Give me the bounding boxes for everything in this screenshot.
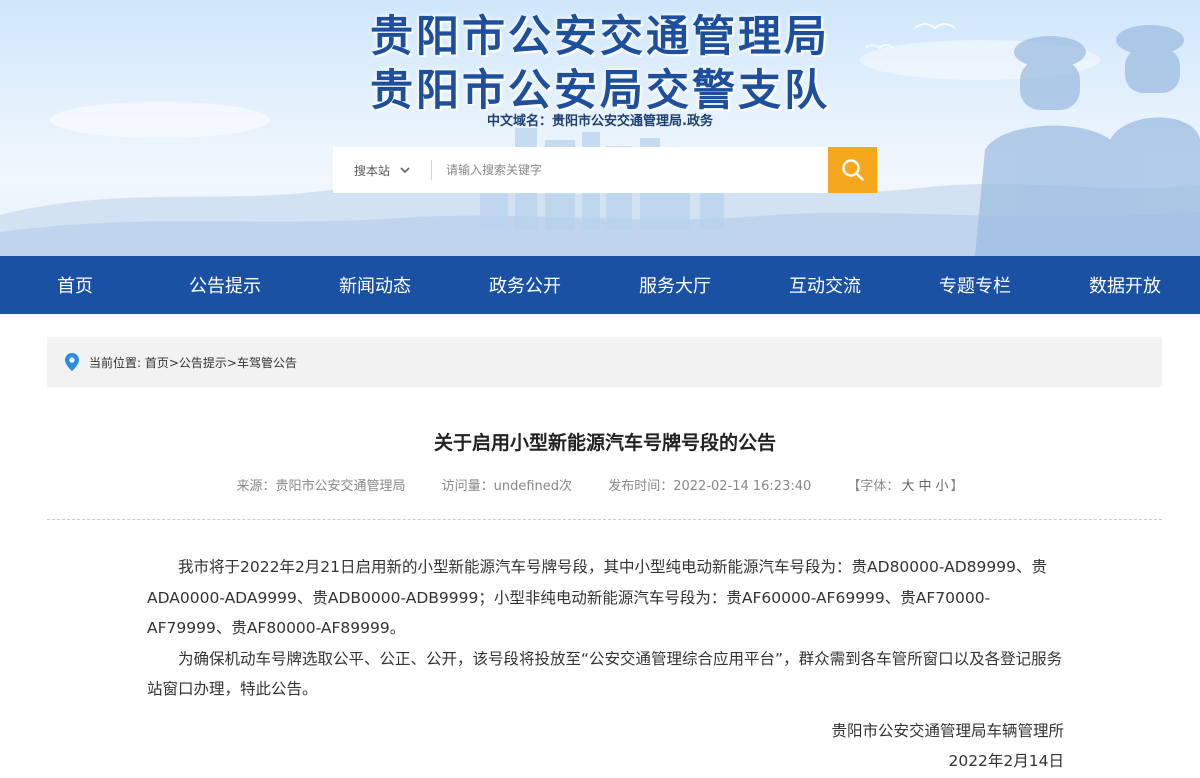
article-views: 访问量：undefined次 <box>441 479 573 494</box>
font-size-prefix: 【字体： <box>847 479 900 494</box>
divider <box>47 519 1162 520</box>
font-size-medium-link[interactable]: 中 <box>918 479 931 494</box>
article-publish-time: 发布时间：2022-02-14 16:23:40 <box>608 479 812 494</box>
nav-item-announcements[interactable]: 公告提示 <box>150 272 300 298</box>
nav-item-interaction[interactable]: 互动交流 <box>750 272 900 298</box>
nav-item-home[interactable]: 首页 <box>0 272 150 298</box>
nav-item-government-affairs[interactable]: 政务公开 <box>450 272 600 298</box>
font-size-suffix: 】 <box>950 479 964 494</box>
breadcrumb-text: 当前位置: 首页>公告提示>车驾管公告 <box>89 355 297 370</box>
article-paragraph-2: 为确保机动车号牌选取公平、公正、公开，该号段将投放至“公安交通管理综合应用平台”… <box>147 649 1063 699</box>
nav-item-open-data[interactable]: 数据开放 <box>1050 272 1200 298</box>
article-source: 来源：贵阳市公安交通管理局 <box>236 479 406 494</box>
search-button[interactable] <box>828 147 877 193</box>
font-size-large-link[interactable]: 大 <box>901 479 914 494</box>
header-banner: 贵阳市公安交通管理局 贵阳市公安局交警支队 中文域名：贵阳市公安交通管理局.政务… <box>0 0 1200 256</box>
site-title-line1: 贵阳市公安交通管理局 <box>370 12 830 62</box>
search-bar: 搜本站 <box>333 147 877 193</box>
font-size-small-link[interactable]: 小 <box>935 479 948 494</box>
article-signature-block: 贵阳市公安交通管理局车辆管理所 2022年2月14日 <box>831 716 1064 776</box>
search-input[interactable] <box>432 147 828 193</box>
font-size-controls: 【字体：大中小】 <box>847 479 963 494</box>
breadcrumb: 当前位置: 首页>公告提示>车驾管公告 <box>47 337 1162 387</box>
article-title: 关于启用小型新能源汽车号牌号段的公告 <box>433 432 776 454</box>
search-icon <box>841 159 864 181</box>
article-date: 2022年2月14日 <box>948 752 1064 770</box>
nav-item-news[interactable]: 新闻动态 <box>300 272 450 298</box>
article-meta: 来源：贵阳市公安交通管理局 访问量：undefined次 发布时间：2022-0… <box>0 475 1200 494</box>
chevron-down-icon <box>400 166 410 173</box>
search-scope-dropdown[interactable]: 搜本站 <box>333 147 431 193</box>
search-scope-label: 搜本站 <box>353 163 390 178</box>
article-body: 我市将于2022年2月21日启用新的小型新能源汽车号牌号段，其中小型纯电动新能源… <box>147 552 1065 705</box>
nav-item-special-topics[interactable]: 专题专栏 <box>900 272 1050 298</box>
article-paragraph-1: 我市将于2022年2月21日启用新的小型新能源汽车号牌号段，其中小型纯电动新能源… <box>147 558 1047 637</box>
article-signature: 贵阳市公安交通管理局车辆管理所 <box>831 722 1064 740</box>
domain-name-label: 中文域名：贵阳市公安交通管理局.政务 <box>487 114 713 129</box>
location-pin-icon <box>65 353 79 371</box>
nav-item-service-hall[interactable]: 服务大厅 <box>600 272 750 298</box>
site-title-line2: 贵阳市公安局交警支队 <box>370 66 830 116</box>
main-nav: 首页 公告提示 新闻动态 政务公开 服务大厅 互动交流 专题专栏 数据开放 <box>0 256 1200 314</box>
